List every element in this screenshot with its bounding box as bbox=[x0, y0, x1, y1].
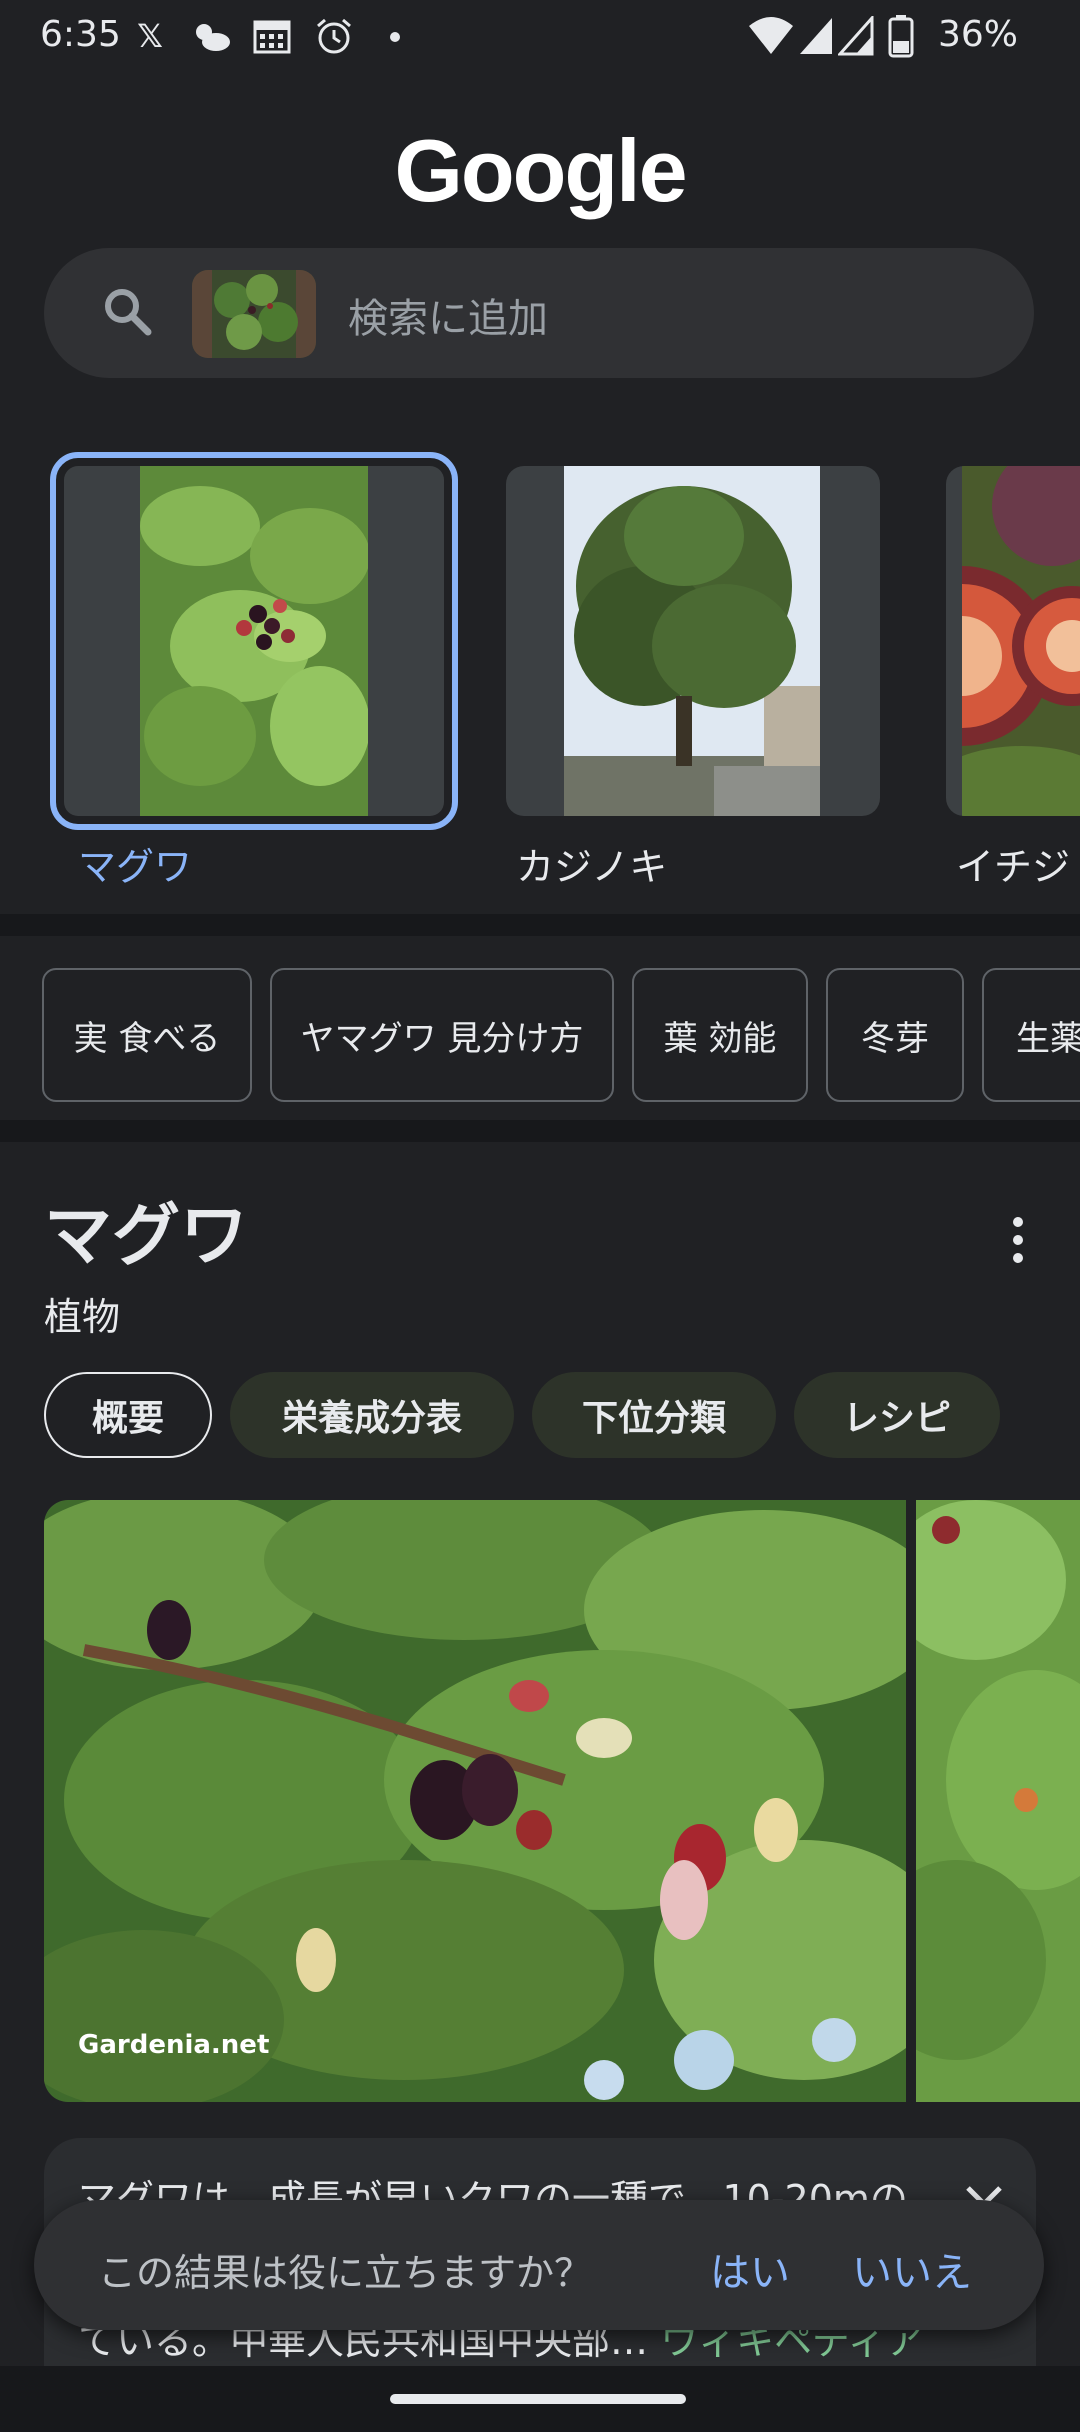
kp-second-photo[interactable] bbox=[916, 1500, 1080, 2102]
tab-nutrition[interactable]: 栄養成分表 bbox=[230, 1372, 514, 1458]
battery-percent: 36% bbox=[938, 14, 1019, 55]
chip-yamaguwa-identify[interactable]: ヤマグワ 見分け方 bbox=[270, 968, 614, 1102]
feedback-snackbar: この結果は役に立ちますか？ はい いいえ bbox=[34, 2200, 1044, 2330]
chip-herbal-medicine[interactable]: 生薬 bbox=[982, 968, 1080, 1102]
alarm-icon bbox=[317, 18, 351, 54]
kajinoki-image bbox=[564, 466, 820, 816]
battery-icon bbox=[888, 15, 914, 58]
section-divider bbox=[0, 1120, 1080, 1142]
search-icon[interactable] bbox=[100, 284, 156, 340]
candidate-label-ichijiku[interactable]: イチジ bbox=[956, 836, 1070, 891]
home-gesture-handle[interactable] bbox=[390, 2394, 686, 2404]
signal-icon bbox=[800, 18, 832, 54]
query-image-thumbnail[interactable] bbox=[192, 270, 316, 358]
candidate-label-maguwa[interactable]: マグワ bbox=[78, 836, 192, 891]
candidate-card-ichijiku[interactable] bbox=[946, 466, 1080, 816]
dot-icon bbox=[390, 32, 400, 42]
weather-icon bbox=[196, 24, 230, 51]
chip-fruit-edible[interactable]: 実 食べる bbox=[42, 968, 252, 1102]
signal-icon bbox=[838, 16, 874, 56]
wifi-icon bbox=[749, 17, 793, 54]
search-bar[interactable]: 検索に追加 bbox=[44, 248, 1034, 378]
candidate-card-kajinoki[interactable] bbox=[506, 466, 880, 816]
search-placeholder[interactable]: 検索に追加 bbox=[348, 286, 548, 344]
chip-winter-bud[interactable]: 冬芽 bbox=[826, 968, 964, 1102]
kp-main-photo[interactable]: Gardenia.net bbox=[44, 1500, 906, 2102]
candidate-card-maguwa[interactable] bbox=[50, 452, 458, 830]
feedback-question: この結果は役に立ちますか？ bbox=[98, 2251, 593, 2295]
maguwa-image bbox=[140, 466, 368, 816]
more-options-icon[interactable] bbox=[1000, 1210, 1036, 1270]
status-time: 6:35 bbox=[40, 14, 121, 55]
x-icon: 𝕏 bbox=[137, 17, 163, 55]
candidate-label-kajinoki[interactable]: カジノキ bbox=[516, 836, 667, 891]
ichijiku-image bbox=[962, 466, 1080, 816]
status-bar: 6:35 𝕏 36% bbox=[0, 0, 1080, 72]
kp-subtitle: 植物 bbox=[44, 1295, 121, 1339]
calendar-icon bbox=[253, 20, 291, 54]
chip-leaf-efficacy[interactable]: 葉 効能 bbox=[632, 968, 808, 1102]
google-logo: Google bbox=[394, 121, 687, 220]
tab-overview[interactable]: 概要 bbox=[44, 1372, 212, 1458]
photo-credit: Gardenia.net bbox=[78, 2030, 270, 2060]
tab-recipes[interactable]: レシピ bbox=[794, 1372, 1000, 1458]
tab-subtaxa[interactable]: 下位分類 bbox=[532, 1372, 776, 1458]
kp-title: マグワ bbox=[44, 1197, 249, 1276]
feedback-no-button[interactable]: いいえ bbox=[852, 2240, 972, 2298]
feedback-yes-button[interactable]: はい bbox=[710, 2240, 790, 2298]
section-divider bbox=[0, 914, 1080, 936]
